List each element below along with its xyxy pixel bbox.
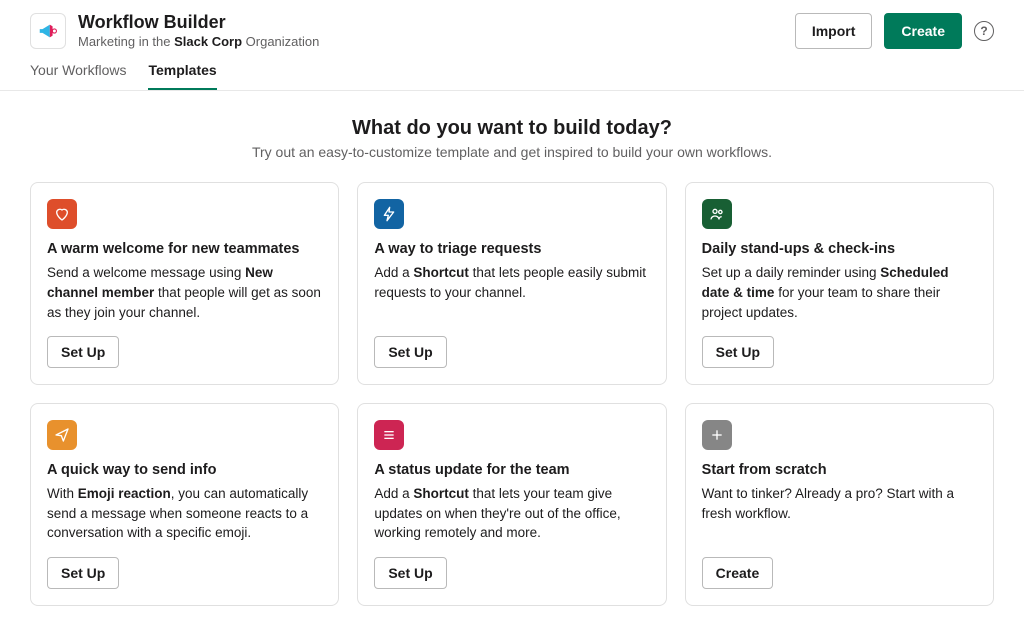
hero-title: What do you want to build today? xyxy=(0,117,1024,140)
send-icon xyxy=(47,420,77,450)
card-title: Start from scratch xyxy=(702,462,977,478)
card-desc: With Emoji reaction, you can automatical… xyxy=(47,484,322,543)
create-button[interactable]: Create xyxy=(884,13,962,49)
megaphone-icon xyxy=(37,20,59,42)
tab-templates[interactable]: Templates xyxy=(148,62,216,90)
page-title: Workflow Builder xyxy=(78,12,319,34)
template-grid: A warm welcome for new teammates Send a … xyxy=(0,182,1024,625)
card-desc: Want to tinker? Already a pro? Start wit… xyxy=(702,484,977,543)
card-title: A status update for the team xyxy=(374,462,649,478)
setup-button[interactable]: Set Up xyxy=(374,557,446,589)
setup-button[interactable]: Set Up xyxy=(47,557,119,589)
lightning-icon xyxy=(374,199,404,229)
card-status: A status update for the team Add a Short… xyxy=(357,403,666,606)
setup-button[interactable]: Set Up xyxy=(47,336,119,368)
title-block: Workflow Builder Marketing in the Slack … xyxy=(78,12,319,50)
help-icon[interactable]: ? xyxy=(974,21,994,41)
card-desc: Send a welcome message using New channel… xyxy=(47,263,322,322)
card-welcome: A warm welcome for new teammates Send a … xyxy=(30,182,339,385)
header: Workflow Builder Marketing in the Slack … xyxy=(0,0,1024,50)
tabs: Your Workflows Templates xyxy=(0,50,1024,91)
import-button[interactable]: Import xyxy=(795,13,873,49)
tab-your-workflows[interactable]: Your Workflows xyxy=(30,62,126,90)
card-desc: Add a Shortcut that lets your team give … xyxy=(374,484,649,543)
card-desc: Set up a daily reminder using Scheduled … xyxy=(702,263,977,322)
header-left: Workflow Builder Marketing in the Slack … xyxy=(30,12,319,50)
heart-icon xyxy=(47,199,77,229)
people-icon xyxy=(702,199,732,229)
page-subtitle: Marketing in the Slack Corp Organization xyxy=(78,34,319,51)
setup-button[interactable]: Set Up xyxy=(374,336,446,368)
card-title: Daily stand-ups & check-ins xyxy=(702,241,977,257)
create-from-scratch-button[interactable]: Create xyxy=(702,557,774,589)
card-scratch: Start from scratch Want to tinker? Alrea… xyxy=(685,403,994,606)
card-title: A way to triage requests xyxy=(374,241,649,257)
setup-button[interactable]: Set Up xyxy=(702,336,774,368)
card-standup: Daily stand-ups & check-ins Set up a dai… xyxy=(685,182,994,385)
plus-icon xyxy=(702,420,732,450)
card-sendinfo: A quick way to send info With Emoji reac… xyxy=(30,403,339,606)
card-triage: A way to triage requests Add a Shortcut … xyxy=(357,182,666,385)
card-desc: Add a Shortcut that lets people easily s… xyxy=(374,263,649,322)
header-right: Import Create ? xyxy=(795,13,994,49)
app-icon xyxy=(30,13,66,49)
hero-subtitle: Try out an easy-to-customize template an… xyxy=(0,144,1024,160)
list-icon xyxy=(374,420,404,450)
card-title: A warm welcome for new teammates xyxy=(47,241,322,257)
card-title: A quick way to send info xyxy=(47,462,322,478)
hero: What do you want to build today? Try out… xyxy=(0,91,1024,182)
